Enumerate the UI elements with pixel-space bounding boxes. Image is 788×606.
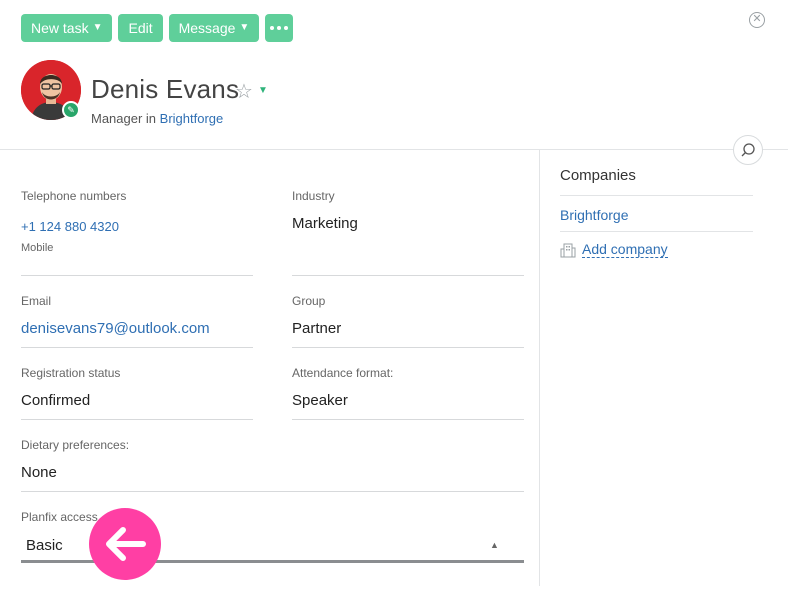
add-company-label: Add company xyxy=(582,241,668,258)
field-label: Email xyxy=(21,294,52,308)
field-divider xyxy=(21,347,253,348)
field-divider xyxy=(292,347,524,348)
toolbar: New task ▼ Edit Message ▼ xyxy=(21,14,294,42)
field-attendance[interactable]: Attendance format: Speaker xyxy=(292,366,393,409)
edit-button[interactable]: Edit xyxy=(118,14,163,42)
companies-divider xyxy=(560,231,753,232)
field-label: Dietary preferences: xyxy=(21,438,130,452)
field-divider xyxy=(292,419,524,420)
more-button[interactable] xyxy=(265,14,294,42)
contact-subtitle: Manager in Brightforge xyxy=(91,111,223,126)
field-label: Group xyxy=(292,294,326,308)
role-prefix: Manager in xyxy=(91,111,157,126)
field-value: Speaker xyxy=(292,392,348,409)
caret-down-icon[interactable]: ▼ xyxy=(258,85,268,96)
field-value: Partner xyxy=(292,320,342,337)
companies-title: Companies xyxy=(560,167,636,184)
pencil-icon[interactable]: ✎ xyxy=(62,101,80,119)
field-group[interactable]: Group Partner xyxy=(292,294,341,337)
phone-type: Mobile xyxy=(21,242,54,254)
field-label: Telephone numbers xyxy=(21,189,127,203)
add-company-button[interactable]: Add company xyxy=(560,241,668,258)
sidebar-divider xyxy=(539,150,540,586)
phone-link[interactable]: +1 124 880 4320 xyxy=(21,219,126,234)
message-label: Message xyxy=(178,20,236,36)
new-task-button[interactable]: New task ▼ xyxy=(21,14,113,42)
more-dots-icon xyxy=(270,26,289,30)
field-value: None xyxy=(21,464,57,481)
caret-down-icon: ▼ xyxy=(239,22,250,33)
contact-name: Denis Evans xyxy=(91,74,240,104)
caret-up-icon[interactable]: ▲ xyxy=(490,540,499,550)
edit-label: Edit xyxy=(128,20,153,36)
star-outline-icon[interactable]: ☆ xyxy=(235,79,253,104)
field-label: Registration status xyxy=(21,366,121,380)
companies-divider xyxy=(560,195,753,196)
field-divider xyxy=(21,419,253,420)
search-button[interactable] xyxy=(733,135,763,165)
field-telephone: Telephone numbers +1 124 880 4320 Mobile xyxy=(21,189,126,254)
field-email: Email denisevans79@outlook.com xyxy=(21,294,210,337)
arrow-left-icon[interactable] xyxy=(89,508,161,580)
field-divider xyxy=(21,275,253,276)
field-dietary[interactable]: Dietary preferences: None xyxy=(21,438,129,481)
new-task-label: New task xyxy=(31,20,89,36)
building-icon xyxy=(560,243,576,257)
company-item[interactable]: Brightforge xyxy=(560,207,628,223)
arrow-glyph xyxy=(106,527,146,561)
field-industry[interactable]: Industry Marketing xyxy=(292,189,358,232)
close-circle-icon[interactable]: ✕ xyxy=(749,12,765,28)
field-divider xyxy=(21,491,524,492)
company-link[interactable]: Brightforge xyxy=(160,111,224,126)
field-value: Marketing xyxy=(292,215,358,232)
field-registration[interactable]: Registration status Confirmed xyxy=(21,366,120,409)
field-label: Attendance format: xyxy=(292,366,394,380)
header-divider xyxy=(0,149,788,150)
search-icon xyxy=(741,143,755,157)
message-button[interactable]: Message ▼ xyxy=(168,14,260,42)
email-link[interactable]: denisevans79@outlook.com xyxy=(21,320,210,337)
field-label: Industry xyxy=(292,189,335,203)
caret-down-icon: ▼ xyxy=(92,22,103,33)
field-value: Confirmed xyxy=(21,392,91,409)
field-divider xyxy=(292,275,524,276)
